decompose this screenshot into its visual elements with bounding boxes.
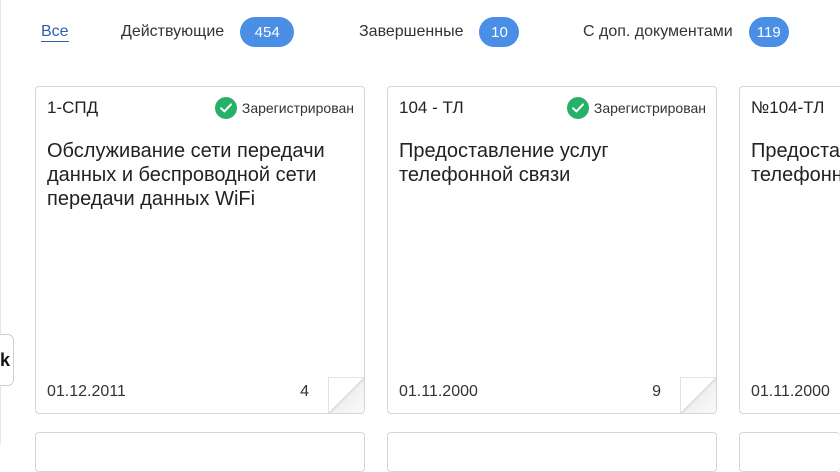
contract-card[interactable]: 104 - ТЛ Зарегистрирован Предоставление … (387, 86, 717, 414)
contract-code: 104 - ТЛ (399, 98, 464, 117)
tab-active-count-badge: 454 (240, 17, 295, 47)
contract-card[interactable] (739, 432, 840, 472)
check-circle-icon (214, 97, 237, 119)
tab-completed-label: Завершенные (359, 23, 464, 40)
document-count: 4 (300, 383, 309, 400)
tab-active[interactable]: Действующие 454 (121, 14, 295, 50)
tab-with-extra-docs-count-badge: 119 (748, 17, 789, 47)
contract-date: 01.11.2000 (751, 383, 830, 400)
tab-all[interactable]: Все (41, 14, 69, 50)
tab-completed-count-badge: 10 (479, 17, 520, 47)
contract-date: 01.12.2011 (47, 383, 126, 400)
filter-tabs: Все Действующие 454 Завершенные 10 С доп… (0, 0, 840, 66)
document-count: 9 (652, 383, 661, 400)
tab-with-extra-docs-label: С доп. документами (583, 23, 733, 40)
status-badge: Зарегистрирован (214, 97, 354, 119)
contract-code: №104-ТЛ (751, 98, 825, 117)
check-circle-icon (566, 97, 589, 119)
contract-title: Предоставление услуг телефонной связи (399, 140, 609, 186)
status-badge: Зарегистрирован (566, 97, 706, 119)
tab-all-label: Все (41, 22, 69, 42)
chevron-left-icon[interactable]: k (0, 334, 14, 386)
contract-code: 1-СПД (47, 98, 99, 117)
page-fold-icon (680, 377, 716, 413)
contract-card[interactable]: 1-СПД Зарегистрирован Обслуживание сети … (35, 86, 365, 414)
contract-date: 01.11.2000 (399, 383, 478, 400)
tab-active-label: Действующие (121, 23, 225, 40)
tab-with-extra-docs[interactable]: С доп. документами 119 (583, 14, 789, 50)
page-fold-icon (328, 377, 364, 413)
status-label: Зарегистрирован (241, 100, 354, 116)
contract-title: Обслуживание сети передачи данных и бесп… (47, 140, 325, 210)
status-label: Зарегистрирован (593, 100, 706, 116)
contract-card[interactable] (35, 432, 365, 472)
tab-completed[interactable]: Завершенные 10 (359, 14, 520, 50)
contract-card[interactable]: №104-ТЛ Предоставление услуг телефонной … (739, 86, 840, 414)
contract-card[interactable] (387, 432, 717, 472)
contract-title: Предоставление услуг телефонной связи (751, 140, 840, 186)
